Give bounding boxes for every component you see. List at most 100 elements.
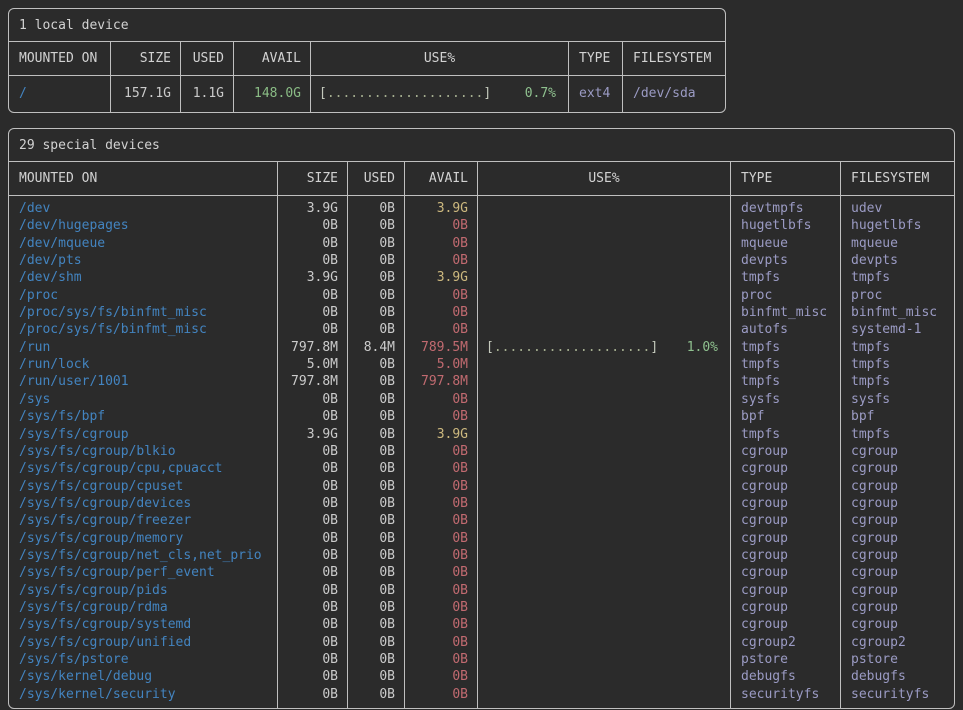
cell-used: 0B bbox=[347, 564, 404, 581]
table-row: /dev 3.9G 0B 3.9G devtmpfs udev bbox=[9, 196, 954, 217]
cell-filesystem: pstore bbox=[840, 651, 954, 668]
cell-size: 3.9G bbox=[277, 269, 347, 286]
cell-size: 797.8M bbox=[277, 373, 347, 390]
cell-filesystem: cgroup bbox=[840, 478, 954, 495]
cell-type: proc bbox=[730, 287, 840, 304]
cell-use-percent: [....................] 1.0% bbox=[477, 339, 730, 356]
cell-size: 0B bbox=[277, 512, 347, 529]
cell-mounted-on: /sys/fs/cgroup/cpuset bbox=[9, 478, 277, 495]
table-row: /dev/shm 3.9G 0B 3.9G tmpfs tmpfs bbox=[9, 269, 954, 286]
cell-use-percent bbox=[477, 547, 730, 564]
cell-type: cgroup bbox=[730, 530, 840, 547]
table-row: / 157.1G 1.1G 148.0G [..................… bbox=[9, 76, 725, 111]
cell-type: hugetlbfs bbox=[730, 217, 840, 234]
cell-use-percent bbox=[477, 235, 730, 252]
cell-use-percent bbox=[477, 460, 730, 477]
cell-used: 0B bbox=[347, 547, 404, 564]
cell-filesystem: cgroup bbox=[840, 460, 954, 477]
cell-use-percent bbox=[477, 599, 730, 616]
cell-filesystem: cgroup bbox=[840, 599, 954, 616]
table-row: /sys/fs/cgroup/blkio 0B 0B 0B cgroup cgr… bbox=[9, 443, 954, 460]
cell-use-percent bbox=[477, 443, 730, 460]
cell-type: binfmt_misc bbox=[730, 304, 840, 321]
cell-use-percent bbox=[477, 287, 730, 304]
cell-avail: 0B bbox=[404, 634, 477, 651]
cell-use-percent bbox=[477, 651, 730, 668]
cell-use-percent bbox=[477, 408, 730, 425]
cell-size: 797.8M bbox=[277, 339, 347, 356]
special-devices-title: 29 special devices bbox=[9, 129, 954, 162]
table-row: /sys/kernel/debug 0B 0B 0B debugfs debug… bbox=[9, 668, 954, 685]
table-row: /proc/sys/fs/binfmt_misc 0B 0B 0B autofs… bbox=[9, 321, 954, 338]
cell-size: 0B bbox=[277, 564, 347, 581]
cell-filesystem: binfmt_misc bbox=[840, 304, 954, 321]
cell-avail: 148.0G bbox=[233, 76, 310, 111]
table-row: /run/lock 5.0M 0B 5.0M tmpfs tmpfs bbox=[9, 356, 954, 373]
cell-size: 0B bbox=[277, 668, 347, 685]
cell-use-percent bbox=[477, 356, 730, 373]
cell-use-percent: [....................] 0.7% bbox=[310, 76, 568, 111]
cell-mounted-on: /sys/fs/cgroup/systemd bbox=[9, 616, 277, 633]
local-devices-title: 1 local device bbox=[9, 9, 725, 42]
table-row: /sys 0B 0B 0B sysfs sysfs bbox=[9, 391, 954, 408]
cell-type: mqueue bbox=[730, 235, 840, 252]
cell-avail: 0B bbox=[404, 651, 477, 668]
cell-avail: 0B bbox=[404, 547, 477, 564]
cell-used: 0B bbox=[347, 616, 404, 633]
cell-avail: 0B bbox=[404, 460, 477, 477]
cell-use-percent bbox=[477, 373, 730, 390]
cell-avail: 0B bbox=[404, 287, 477, 304]
cell-use-percent bbox=[477, 269, 730, 286]
cell-avail: 0B bbox=[404, 512, 477, 529]
special-devices-table: 29 special devices MOUNTED ON SIZE USED … bbox=[8, 128, 955, 709]
cell-use-percent bbox=[477, 564, 730, 581]
column-header-filesystem: FILESYSTEM bbox=[622, 42, 725, 76]
cell-mounted-on: /sys/fs/bpf bbox=[9, 408, 277, 425]
table-row: /sys/fs/cgroup/memory 0B 0B 0B cgroup cg… bbox=[9, 530, 954, 547]
cell-used: 0B bbox=[347, 373, 404, 390]
cell-avail: 0B bbox=[404, 478, 477, 495]
cell-filesystem: systemd-1 bbox=[840, 321, 954, 338]
cell-filesystem: cgroup bbox=[840, 512, 954, 529]
cell-avail: 0B bbox=[404, 582, 477, 599]
cell-avail: 789.5M bbox=[404, 339, 477, 356]
cell-use-percent bbox=[477, 686, 730, 708]
cell-avail: 0B bbox=[404, 391, 477, 408]
column-header-type: TYPE bbox=[730, 162, 840, 196]
cell-mounted-on: /sys/fs/cgroup/blkio bbox=[9, 443, 277, 460]
table-row: /run 797.8M 8.4M 789.5M [...............… bbox=[9, 339, 954, 356]
cell-used: 0B bbox=[347, 426, 404, 443]
cell-avail: 3.9G bbox=[404, 426, 477, 443]
cell-type: cgroup bbox=[730, 495, 840, 512]
cell-used: 0B bbox=[347, 235, 404, 252]
cell-used: 0B bbox=[347, 269, 404, 286]
cell-size: 5.0M bbox=[277, 356, 347, 373]
cell-type: cgroup bbox=[730, 512, 840, 529]
cell-filesystem: cgroup bbox=[840, 582, 954, 599]
cell-use-percent bbox=[477, 391, 730, 408]
usage-bar: [....................] bbox=[486, 339, 658, 356]
cell-avail: 0B bbox=[404, 616, 477, 633]
cell-mounted-on: /proc bbox=[9, 287, 277, 304]
column-header-size: SIZE bbox=[110, 42, 180, 76]
cell-type: ext4 bbox=[568, 76, 622, 111]
cell-size: 0B bbox=[277, 651, 347, 668]
cell-avail: 0B bbox=[404, 217, 477, 234]
cell-filesystem: tmpfs bbox=[840, 356, 954, 373]
cell-type: autofs bbox=[730, 321, 840, 338]
cell-type: pstore bbox=[730, 651, 840, 668]
cell-use-percent bbox=[477, 426, 730, 443]
cell-type: sysfs bbox=[730, 391, 840, 408]
cell-size: 0B bbox=[277, 478, 347, 495]
cell-avail: 0B bbox=[404, 530, 477, 547]
cell-size: 0B bbox=[277, 495, 347, 512]
table-row: /sys/fs/cgroup/devices 0B 0B 0B cgroup c… bbox=[9, 495, 954, 512]
cell-avail: 0B bbox=[404, 599, 477, 616]
cell-size: 0B bbox=[277, 287, 347, 304]
table-row: /proc/sys/fs/binfmt_misc 0B 0B 0B binfmt… bbox=[9, 304, 954, 321]
cell-filesystem: cgroup bbox=[840, 547, 954, 564]
table-row: /proc 0B 0B 0B proc proc bbox=[9, 287, 954, 304]
table-row: /sys/fs/cgroup/cpuset 0B 0B 0B cgroup cg… bbox=[9, 478, 954, 495]
table-row: /sys/fs/bpf 0B 0B 0B bpf bpf bbox=[9, 408, 954, 425]
cell-filesystem: hugetlbfs bbox=[840, 217, 954, 234]
